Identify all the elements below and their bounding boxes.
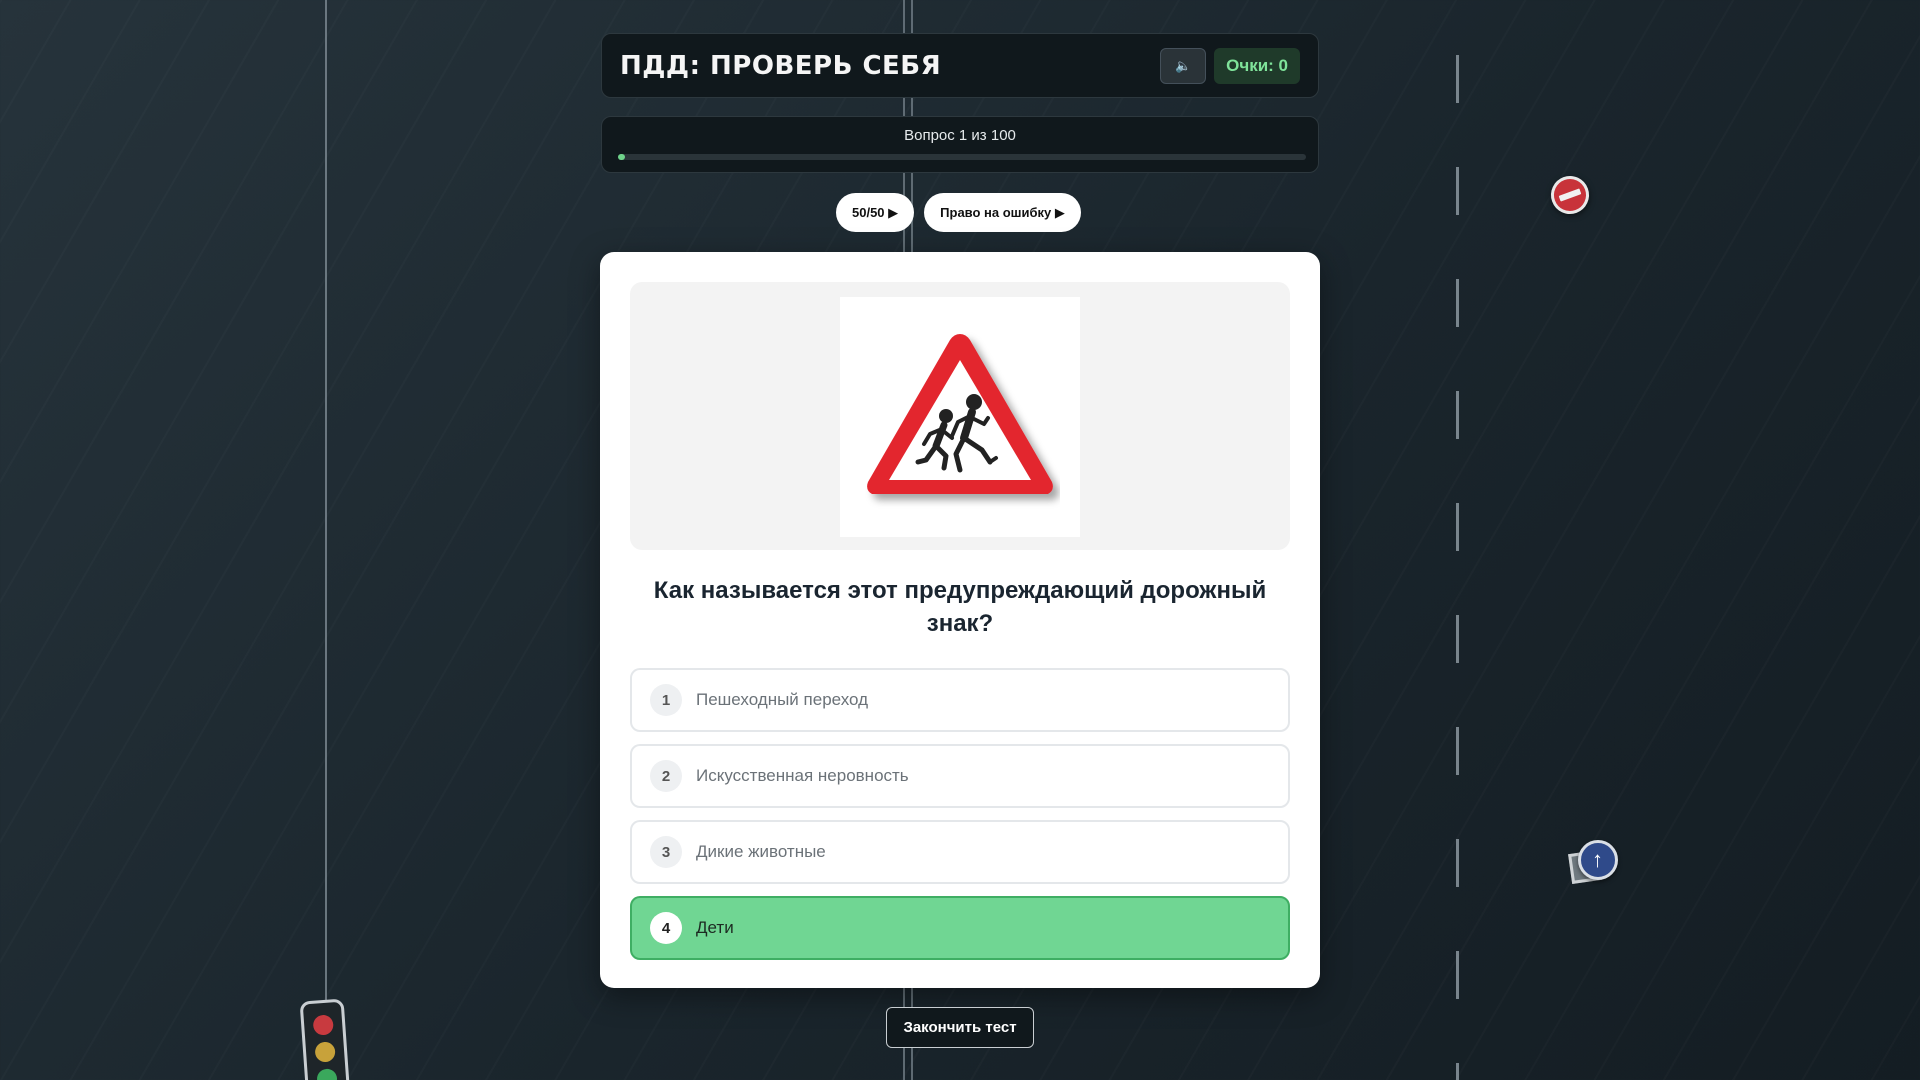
answer-option-2[interactable]: 2 Искусственная неровность [630,744,1290,808]
traffic-light-green [316,1068,338,1080]
progress-bar [618,154,1306,160]
question-card: Как называется этот предупреждающий доро… [600,252,1320,988]
progress-bar-fill [618,154,625,160]
score-badge: Очки: 0 [1214,47,1300,84]
app-title: ПДД: ПРОВЕРЬ СЕБЯ [620,50,942,81]
answer-text: Дикие животные [696,842,826,861]
answer-option-3[interactable]: 3 Дикие животные [630,820,1290,884]
second-chance-button[interactable]: Право на ошибку ▶ [924,193,1081,232]
app-header: ПДД: ПРОВЕРЬ СЕБЯ 🔈 Очки: 0 [601,33,1319,98]
lifelines: 50/50 ▶ Право на ошибку ▶ [836,193,1081,232]
progress-panel: Вопрос 1 из 100 [601,116,1319,173]
question-image-panel [630,282,1290,550]
traffic-light-yellow [314,1041,336,1063]
sound-toggle-button[interactable]: 🔈 [1160,47,1207,84]
no-entry-sign-icon [1545,170,1595,220]
road-line-dashed [1456,55,1459,1080]
answer-option-4[interactable]: 4 Дети [630,896,1290,960]
direction-sign-icon [1578,840,1618,880]
question-counter: Вопрос 1 из 100 [904,127,1016,144]
answer-text: Пешеходный переход [696,690,869,709]
fifty-fifty-button[interactable]: 50/50 ▶ [836,193,915,232]
question-text: Как называется этот предупреждающий доро… [653,577,1267,637]
children-warning-sign-icon [867,334,1053,494]
answer-text: Дети [696,918,734,937]
answer-option-1[interactable]: 1 Пешеходный переход [630,668,1290,732]
question-image [840,297,1080,537]
answer-list: 1 Пешеходный переход 2 Искусственная нер… [630,668,1290,972]
speaker-icon: 🔈 [1175,57,1192,73]
finish-test-button[interactable]: Закончить тест [886,1007,1034,1048]
traffic-light-red [312,1014,334,1036]
answer-number: 4 [650,912,682,944]
answer-number: 3 [650,836,682,868]
traffic-light-icon [299,998,351,1080]
road-line-left [325,0,327,1080]
answer-text: Искусственная неровность [696,766,909,785]
answer-number: 1 [650,684,682,716]
answer-number: 2 [650,760,682,792]
